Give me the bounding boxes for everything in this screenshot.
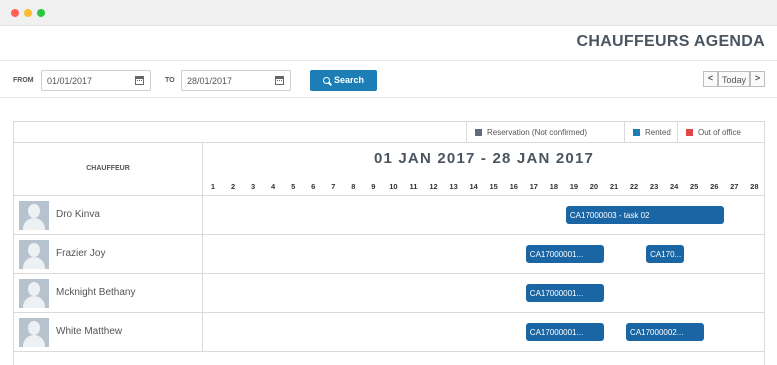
day-number: 22 — [629, 182, 639, 191]
chauffeur-cell: Frazier Joy — [14, 235, 203, 274]
agenda-panel: Reservation (Not confirmed) Rented Out o… — [13, 121, 765, 365]
day-number: 11 — [409, 182, 418, 191]
day-number: 7 — [331, 182, 336, 191]
day-number: 27 — [730, 182, 739, 191]
day-number: 19 — [569, 182, 579, 191]
day-number: 4 — [271, 182, 276, 191]
chauffeur-name[interactable]: White Matthew — [56, 326, 122, 337]
task-bar[interactable]: CA17000001... — [525, 323, 604, 341]
agenda-header: CHAUFFEUR 01 JAN 2017 - 28 JAN 2017 1234… — [14, 143, 764, 196]
out-of-office-swatch — [686, 129, 693, 136]
chauffeur-row: White Matthew CA17000001... CA17000002... — [14, 313, 764, 352]
chauffeur-row: Frazier Joy CA17000001... CA170... — [14, 235, 764, 274]
day-number: 9 — [371, 182, 376, 191]
to-label: TO — [165, 77, 175, 84]
reservation-swatch — [475, 129, 482, 136]
task-bar[interactable]: CA170... — [646, 245, 685, 263]
calendar-icon[interactable] — [275, 76, 284, 85]
legend: Reservation (Not confirmed) Rented Out o… — [14, 122, 764, 143]
day-number: 16 — [509, 182, 518, 191]
chauffeur-column-header: CHAUFFEUR — [14, 143, 203, 196]
next-period-button[interactable]: > — [750, 71, 765, 87]
legend-label: Out of office — [698, 128, 741, 137]
task-bar[interactable]: CA17000003 - task 02 — [565, 206, 725, 224]
day-number: 20 — [589, 182, 599, 191]
previous-period-button[interactable]: < — [703, 71, 718, 87]
from-date-field[interactable]: 01/01/2017 — [41, 70, 151, 91]
chauffeur-cell: White Matthew — [14, 313, 203, 352]
day-number: 15 — [489, 182, 498, 191]
legend-item-rented: Rented — [624, 122, 685, 142]
search-icon — [322, 77, 330, 84]
day-number: 17 — [529, 182, 538, 191]
today-button[interactable]: Today — [718, 71, 750, 87]
legend-item-reservation: Reservation (Not confirmed) — [466, 122, 624, 142]
legend-label: Reservation (Not confirmed) — [487, 128, 588, 137]
avatar — [19, 240, 49, 269]
chauffeur-name[interactable]: Mcknight Bethany — [56, 287, 136, 298]
task-bar[interactable]: CA17000002... — [626, 323, 705, 341]
calendar-icon[interactable] — [135, 76, 144, 85]
avatar — [19, 318, 49, 347]
day-number: 21 — [609, 182, 619, 191]
day-number: 26 — [710, 182, 719, 191]
chauffeur-row: Dro Kinva CA17000003 - task 02 — [14, 196, 764, 235]
minimize-window-button[interactable] — [24, 9, 32, 17]
day-number: 18 — [549, 182, 559, 191]
from-date-value: 01/01/2017 — [47, 76, 93, 86]
day-number: 1 — [210, 182, 216, 191]
from-label: FROM — [13, 77, 34, 84]
day-number: 24 — [669, 182, 679, 191]
task-bar[interactable]: CA17000001... — [525, 284, 604, 302]
day-number: 23 — [649, 182, 659, 191]
close-window-button[interactable] — [11, 9, 19, 17]
day-number: 5 — [291, 182, 296, 191]
search-button[interactable]: Search — [310, 70, 377, 91]
chauffeur-name[interactable]: Frazier Joy — [56, 248, 105, 259]
day-number: 8 — [351, 182, 356, 191]
day-number: 3 — [251, 182, 256, 191]
legend-item-out-of-office: Out of office — [677, 122, 765, 142]
filter-bar: FROM 01/01/2017 TO 28/01/2017 Search < T… — [0, 60, 777, 98]
legend-label: Rented — [645, 128, 671, 137]
chauffeur-cell: Mcknight Bethany — [14, 274, 203, 313]
to-date-value: 28/01/2017 — [187, 76, 233, 86]
avatar — [19, 201, 49, 230]
task-bar[interactable]: CA17000001... — [525, 245, 604, 263]
date-range-title: 01 JAN 2017 - 28 JAN 2017 — [373, 150, 595, 167]
chauffeur-row: Mcknight Bethany CA17000001... — [14, 274, 764, 313]
page-title: CHAUFFEURS AGENDA — [576, 33, 765, 50]
day-number: 13 — [449, 182, 458, 191]
chauffeur-name[interactable]: Dro Kinva — [56, 209, 100, 220]
rented-swatch — [633, 129, 640, 136]
avatar — [19, 279, 49, 308]
day-number: 25 — [690, 182, 699, 191]
day-number: 12 — [429, 182, 438, 191]
to-date-field[interactable]: 28/01/2017 — [181, 70, 291, 91]
day-number: 14 — [469, 182, 478, 191]
day-number: 28 — [750, 182, 759, 191]
day-number: 10 — [389, 182, 398, 191]
day-number: 6 — [311, 182, 316, 191]
search-button-label: Search — [333, 75, 365, 85]
maximize-window-button[interactable] — [37, 9, 45, 17]
day-number: 2 — [230, 182, 236, 191]
chauffeur-cell: Dro Kinva — [14, 196, 203, 235]
window-titlebar — [0, 0, 777, 26]
